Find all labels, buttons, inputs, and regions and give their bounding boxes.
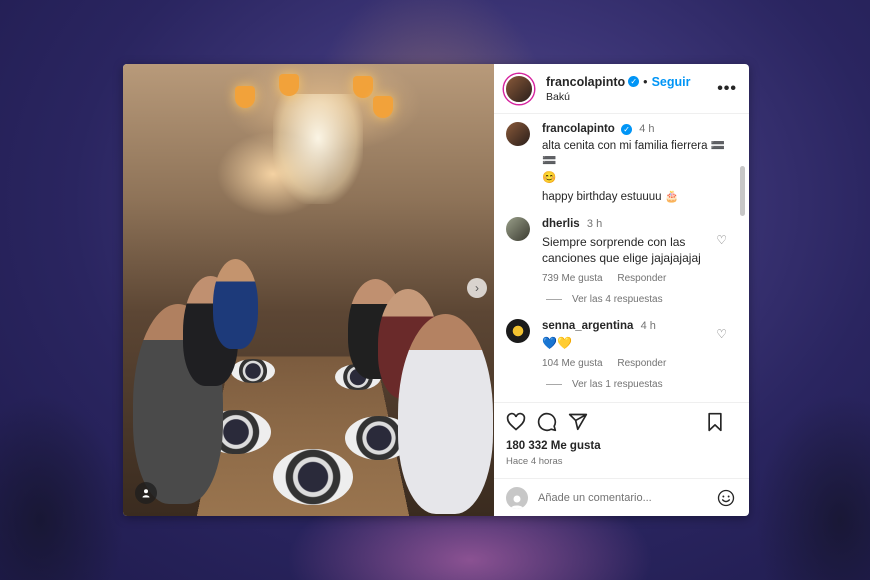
likes-count[interactable]: 180 332 Me gusta	[506, 440, 735, 452]
caption-time: 4 h	[639, 123, 655, 135]
comment-likes[interactable]: 104 Me gusta	[542, 358, 603, 369]
author-username[interactable]: francolapinto	[546, 75, 625, 89]
comment-item: dherlis 3 h Siempre sorprende con las ca…	[506, 217, 727, 284]
verified-icon: ✓	[621, 124, 633, 135]
comment-text: Siempre sorprende con las canciones que …	[542, 235, 701, 265]
comment-username[interactable]: dherlis	[542, 218, 580, 230]
heart-icon[interactable]: ♡	[716, 327, 727, 341]
lamp	[235, 86, 255, 108]
person	[213, 259, 258, 349]
replies-line	[546, 384, 562, 385]
comment-item: senna_argentina 4 h 💙💛 104 Me gusta Resp…	[506, 319, 727, 369]
chandelier-light	[273, 94, 363, 204]
plate	[231, 359, 275, 383]
avatar[interactable]	[506, 319, 530, 343]
avatar[interactable]	[506, 122, 530, 146]
next-photo-button[interactable]: ›	[467, 278, 487, 298]
view-replies-button[interactable]: Ver las 4 respuestas	[546, 294, 727, 305]
chevron-right-icon: ›	[475, 281, 479, 295]
post-actions: 180 332 Me gusta Hace 4 horas	[494, 402, 749, 478]
heart-icon[interactable]	[506, 412, 526, 432]
view-replies-label: Ver las 4 respuestas	[572, 294, 663, 305]
comment-text: 💙💛	[542, 336, 572, 350]
plate	[273, 449, 353, 505]
comment-time: 4 h	[640, 320, 656, 332]
bookmark-icon[interactable]	[706, 412, 724, 432]
post-side-panel: francolapinto ✓ • Seguir Bakú ••• franco…	[494, 64, 749, 516]
comment-input[interactable]: Añade un comentario...	[538, 492, 717, 504]
post-photo[interactable]: ›	[123, 64, 494, 516]
reply-button[interactable]: Responder	[617, 358, 666, 369]
view-replies-label: Ver las 1 respuestas	[572, 379, 663, 390]
emoji-icon[interactable]	[717, 489, 735, 507]
user-tag-icon	[142, 489, 150, 498]
separator-dot: •	[643, 74, 648, 89]
replies-line	[546, 299, 562, 300]
avatar[interactable]	[504, 73, 534, 104]
caption: francolapinto ✓ 4 h alta cenita con mi f…	[506, 122, 727, 205]
caption-username[interactable]: francolapinto	[542, 123, 615, 135]
comments-list[interactable]: francolapinto ✓ 4 h alta cenita con mi f…	[494, 114, 749, 402]
verified-icon: ✓	[628, 76, 640, 87]
lamp	[373, 96, 393, 118]
share-icon[interactable]	[568, 412, 588, 432]
caption-text-line-3: happy birthday estuuuu 🎂	[542, 191, 680, 203]
lamp	[279, 74, 299, 96]
reply-button[interactable]: Responder	[617, 273, 666, 284]
more-options-button[interactable]: •••	[717, 80, 737, 98]
post-location[interactable]: Bakú	[546, 91, 717, 103]
instagram-post-modal: › francolapinto ✓ • Seguir Bakú ••• fran…	[123, 64, 749, 516]
lamp	[353, 76, 373, 98]
comment-username[interactable]: senna_argentina	[542, 320, 633, 332]
post-header: francolapinto ✓ • Seguir Bakú •••	[494, 64, 749, 114]
comment-time: 3 h	[586, 218, 603, 230]
view-replies-button[interactable]: Ver las 1 respuestas	[546, 379, 727, 390]
avatar[interactable]	[506, 217, 530, 241]
person	[398, 314, 493, 514]
comment-composer: Añade un comentario...	[494, 478, 749, 516]
comment-icon[interactable]	[537, 412, 557, 432]
caption-text-line-2: 😊	[542, 172, 557, 184]
tagged-users-button[interactable]	[135, 482, 157, 504]
heart-icon[interactable]: ♡	[716, 233, 727, 247]
scrollbar[interactable]	[740, 166, 745, 216]
follow-button[interactable]: Seguir	[652, 75, 691, 89]
post-time: Hace 4 horas	[506, 456, 563, 467]
avatar	[506, 486, 528, 509]
comment-likes[interactable]: 739 Me gusta	[542, 273, 603, 284]
caption-text-line-1: alta cenita con mi familia fierrera 🟰🟰	[542, 140, 726, 167]
